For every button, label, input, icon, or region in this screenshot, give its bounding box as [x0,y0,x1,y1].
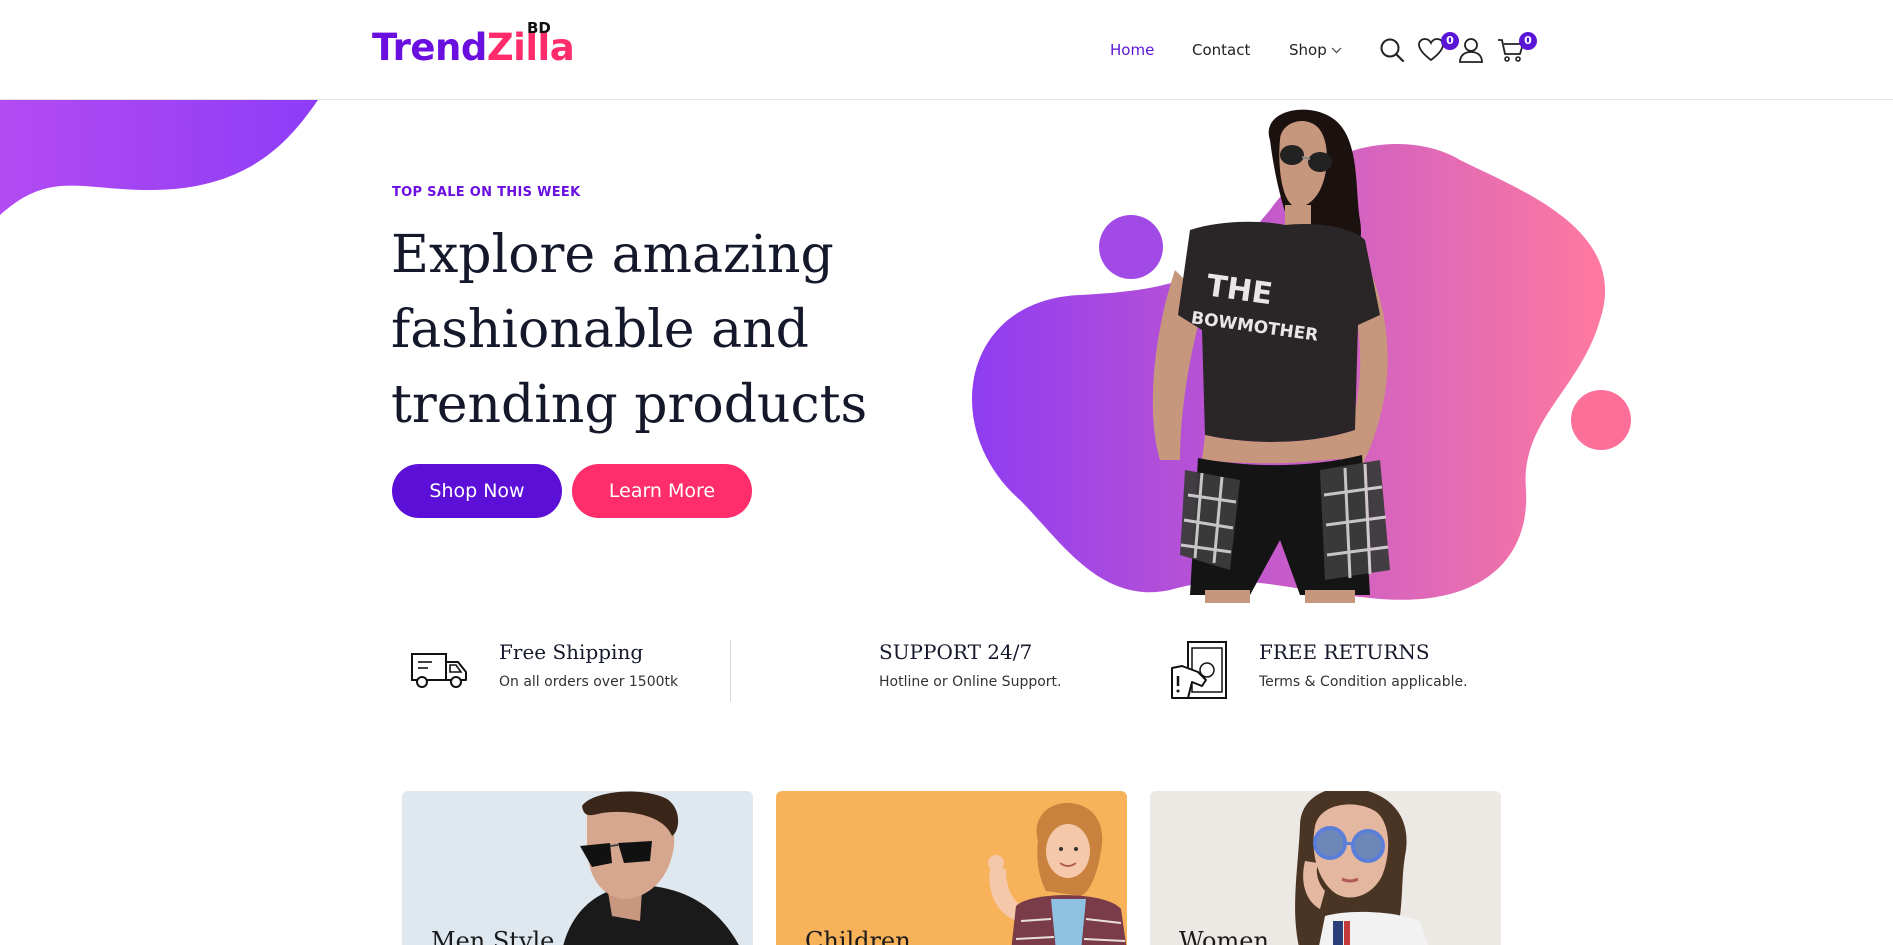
hero-model-image: THE BOWMOTHER [972,109,1631,603]
chevron-down-icon [1331,47,1342,54]
money-return-icon [1171,641,1227,699]
decorative-circle-purple [1099,215,1163,279]
hero-headline-line-1: Explore amazing [391,225,834,285]
feature-title: Free Shipping [499,640,644,664]
truck-icon [411,653,467,688]
hero-headline-line-3: trending products [391,375,868,435]
feature-subtitle: On all orders over 1500tk [499,674,679,690]
site-logo[interactable]: TrendZilla BD [372,19,575,69]
category-card-children[interactable]: Children [776,791,1127,945]
children-category-image [988,802,1127,945]
logo-suffix: BD [527,19,551,37]
feature-support: SUPPORT 24/7 Hotline or Online Support. [879,640,1061,690]
category-card-men[interactable]: Men Style [402,791,753,945]
category-card-women[interactable]: Women [1150,791,1501,945]
men-category-image [563,791,739,945]
user-icon[interactable] [1457,36,1485,64]
feature-divider [730,640,731,702]
category-label: Men Style [431,927,555,945]
feature-free-returns: FREE RETURNS Terms & Condition applicabl… [1259,640,1468,690]
hero-headline-line-2: fashionable and [391,300,809,360]
feature-title: FREE RETURNS [1259,640,1430,664]
site-header: TrendZilla BD Home Contact Shop 0 0 [0,0,1893,100]
decorative-circle-pink [1571,390,1631,450]
feature-title: SUPPORT 24/7 [879,640,1033,664]
women-category-image [1295,791,1428,945]
cart-count-badge: 0 [1519,32,1537,50]
feature-free-shipping: Free Shipping On all orders over 1500tk [499,640,678,690]
logo-text-trend: Trend [372,26,487,69]
shop-now-button[interactable]: Shop Now [392,464,562,518]
category-label: Children [805,927,911,945]
nav-home[interactable]: Home [1110,41,1154,59]
model-figure: THE BOWMOTHER [1152,109,1390,603]
hero-headline: Explore amazing fashionable and trending… [391,218,911,443]
nav-contact[interactable]: Contact [1192,41,1250,59]
decorative-blob-top-left [0,100,318,215]
learn-more-button[interactable]: Learn More [572,464,752,518]
hero-eyebrow: TOP SALE ON THIS WEEK [392,185,581,200]
feature-subtitle: Hotline or Online Support. [879,674,1062,690]
category-label: Women [1179,927,1269,945]
nav-shop[interactable]: Shop [1289,41,1342,59]
search-icon[interactable] [1378,36,1406,64]
feature-subtitle: Terms & Condition applicable. [1259,674,1468,690]
nav-shop-label: Shop [1289,41,1327,59]
